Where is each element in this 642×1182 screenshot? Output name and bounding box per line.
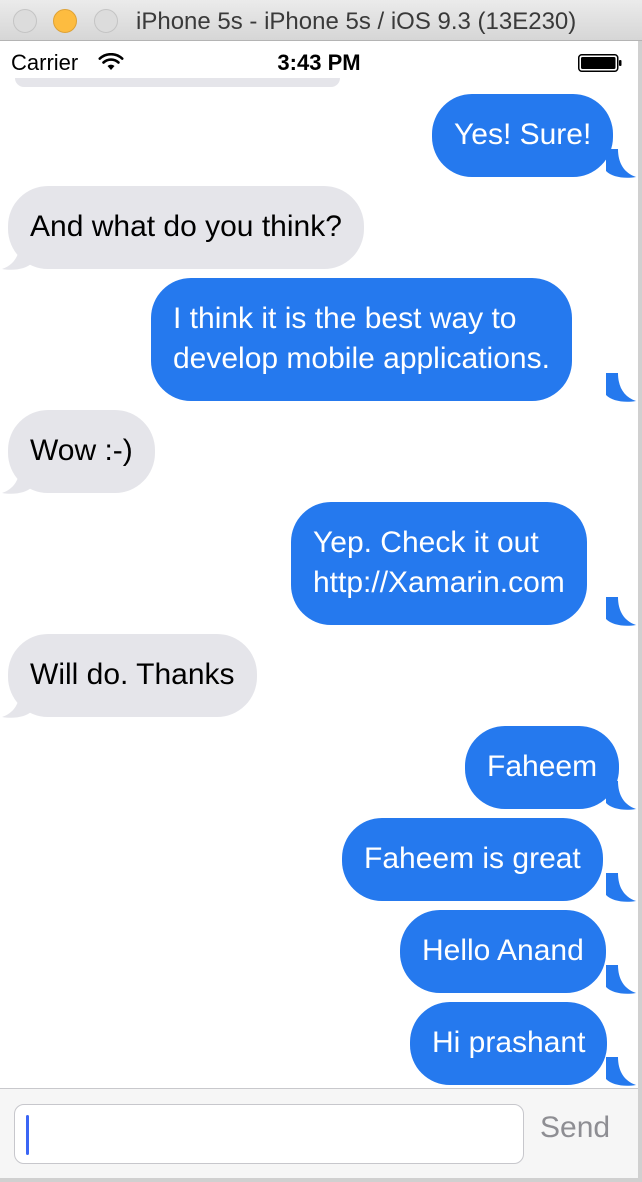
status-bar: Carrier 3:43 PM xyxy=(0,42,638,82)
window-minimize-button[interactable] xyxy=(53,9,77,33)
message-text: Hello Anand xyxy=(422,934,584,967)
message-bubble-incoming[interactable]: Will do. Thanks xyxy=(8,634,257,717)
message-text-line: Yep. Check it out xyxy=(313,526,539,559)
bubble-tail xyxy=(606,373,636,402)
message-bubble-outgoing[interactable]: Yes! Sure! xyxy=(432,94,614,177)
message-text: Faheem xyxy=(487,750,598,783)
message-text: And what do you think? xyxy=(30,210,342,243)
message-input[interactable] xyxy=(14,1104,524,1164)
simulator-title-bar: iPhone 5s - iPhone 5s / iOS 9.3 (13E230) xyxy=(0,0,642,41)
bubble-tail xyxy=(606,781,636,810)
battery-icon xyxy=(578,54,622,72)
send-button[interactable]: Send xyxy=(540,1111,610,1145)
previous-message-bubble xyxy=(15,78,340,87)
window-title: iPhone 5s - iPhone 5s / iOS 9.3 (13E230) xyxy=(136,8,577,35)
message-text: Hi prashant xyxy=(432,1026,586,1059)
message-bubble-outgoing[interactable]: Hi prashant xyxy=(410,1002,608,1085)
message-bubble-incoming[interactable]: And what do you think? xyxy=(8,186,364,269)
bubble-tail xyxy=(2,689,32,718)
message-text: Wow :-) xyxy=(30,434,133,467)
message-bubble-outgoing[interactable]: Faheem is great xyxy=(342,818,603,901)
status-time: 3:43 PM xyxy=(277,50,361,75)
window-close-button[interactable] xyxy=(13,9,37,33)
bubble-tail xyxy=(606,1057,636,1086)
phone-screen: Carrier 3:43 PM Yes! Sure! And what do y… xyxy=(0,42,638,1178)
message-text-line: I think it is the best way to xyxy=(173,302,517,335)
bubble-tail xyxy=(606,873,636,902)
message-composer: Send xyxy=(0,1088,638,1178)
bubble-tail xyxy=(606,597,636,626)
window-zoom-button[interactable] xyxy=(94,9,118,33)
window-right-edge xyxy=(638,41,642,1182)
message-bubble-outgoing[interactable]: I think it is the best way to develop mo… xyxy=(151,278,572,401)
window-bottom-edge xyxy=(0,1178,642,1182)
bubble-tail xyxy=(606,965,636,994)
text-cursor xyxy=(26,1115,29,1155)
message-bubble-outgoing[interactable]: Hello Anand xyxy=(400,910,606,993)
message-text: Yes! Sure! xyxy=(454,118,592,151)
bubble-tail xyxy=(2,241,32,270)
message-text: Faheem is great xyxy=(364,842,581,875)
message-bubble-outgoing[interactable]: Yep. Check it out http://Xamarin.com xyxy=(291,502,587,625)
bubble-tail xyxy=(2,465,32,494)
bubble-tail xyxy=(606,149,636,178)
message-text-line: http://Xamarin.com xyxy=(313,566,565,599)
message-bubble-outgoing[interactable]: Faheem xyxy=(465,726,620,809)
message-text-line: develop mobile applications. xyxy=(173,342,550,375)
message-text: Will do. Thanks xyxy=(30,658,235,691)
